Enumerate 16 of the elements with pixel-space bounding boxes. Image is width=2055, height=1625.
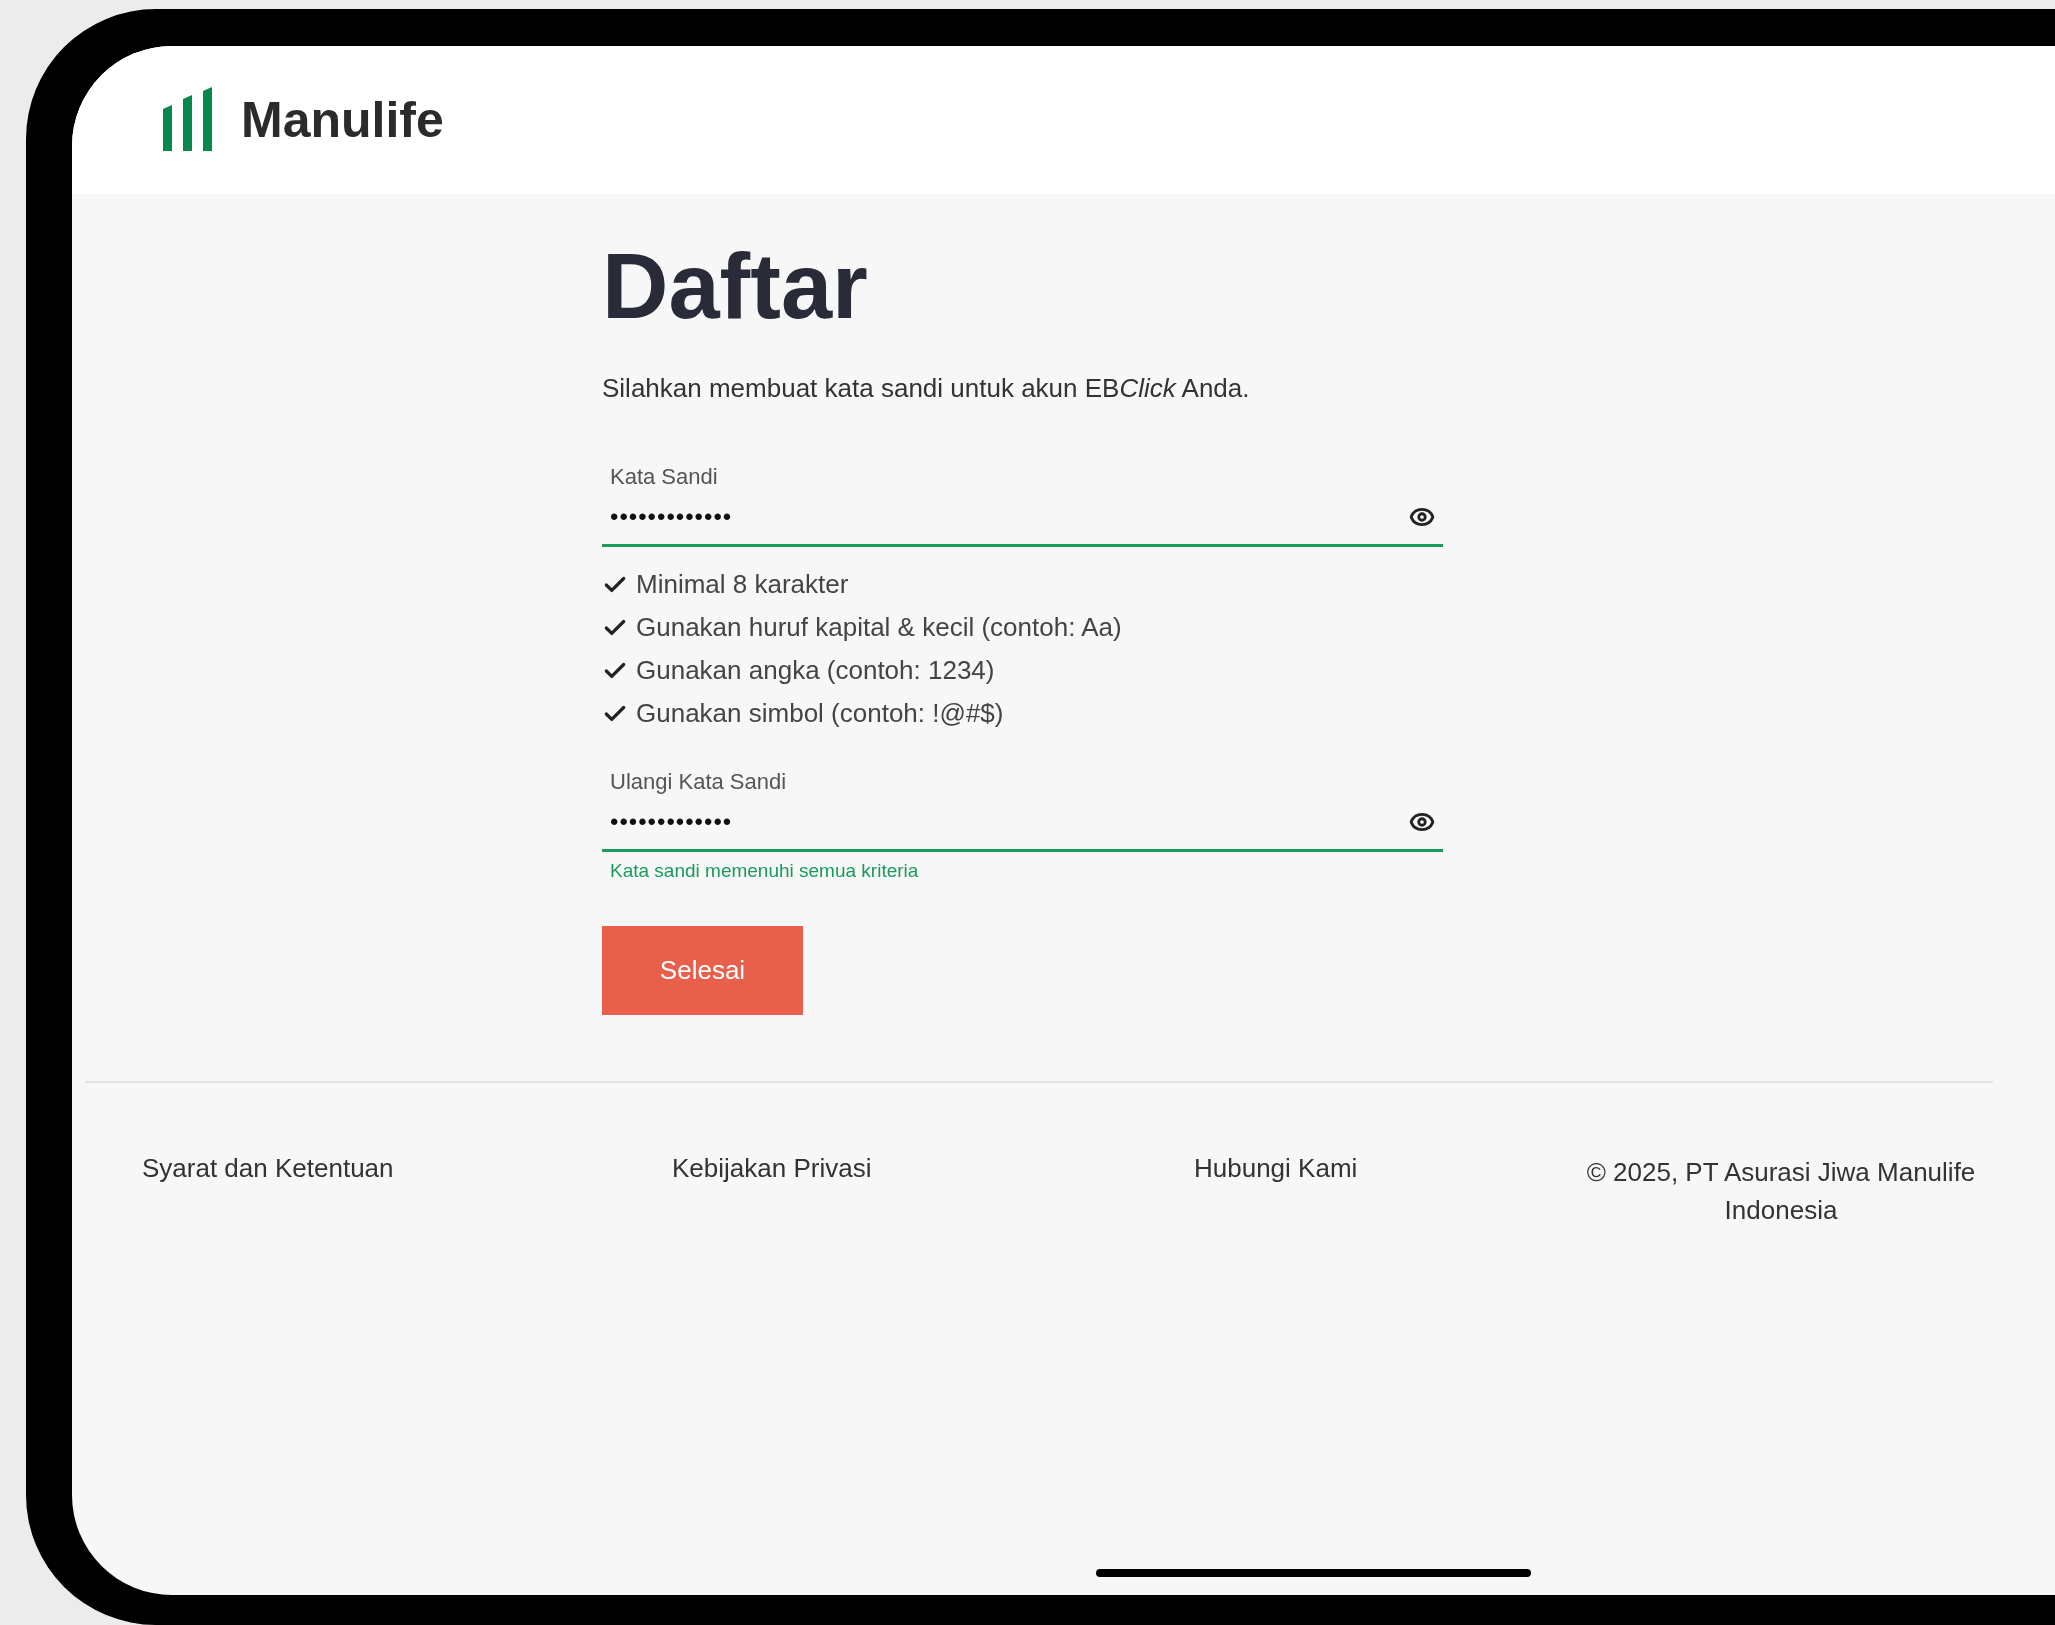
footer-link[interactable]: Kebijakan Privasi bbox=[672, 1153, 872, 1183]
requirement-text: Gunakan angka (contoh: 1234) bbox=[636, 655, 995, 686]
requirement-text: Gunakan simbol (contoh: !@#$) bbox=[636, 698, 1004, 729]
helper-text: Kata sandi memenuhi semua kriteria bbox=[609, 859, 920, 882]
intro-text: Silahkan membuat kata sandi untuk akun EBClick Anda. bbox=[602, 373, 1251, 404]
requirement-text: Minimal 8 karakter bbox=[636, 569, 849, 600]
field-label: Ulangi Kata Sandi bbox=[609, 769, 788, 795]
copyright-text: © 2025, PT Asurasi Jiwa Manulife Indonesia bbox=[1586, 1156, 1976, 1227]
field-label: Kata Sandi bbox=[609, 464, 719, 490]
password-field[interactable]: ••••••••••••• bbox=[602, 490, 1443, 547]
footer-link[interactable]: Syarat dan Ketentuan bbox=[142, 1153, 394, 1183]
page-title: Daftar bbox=[602, 234, 869, 339]
requirement-text: Gunakan huruf kapital & kecil (contoh: Aa) bbox=[636, 612, 1122, 643]
password-field[interactable]: ••••••••••••• bbox=[602, 795, 1443, 852]
footer-link[interactable]: Hubungi Kami bbox=[1194, 1153, 1358, 1183]
logo-text: Manulife bbox=[241, 91, 444, 149]
